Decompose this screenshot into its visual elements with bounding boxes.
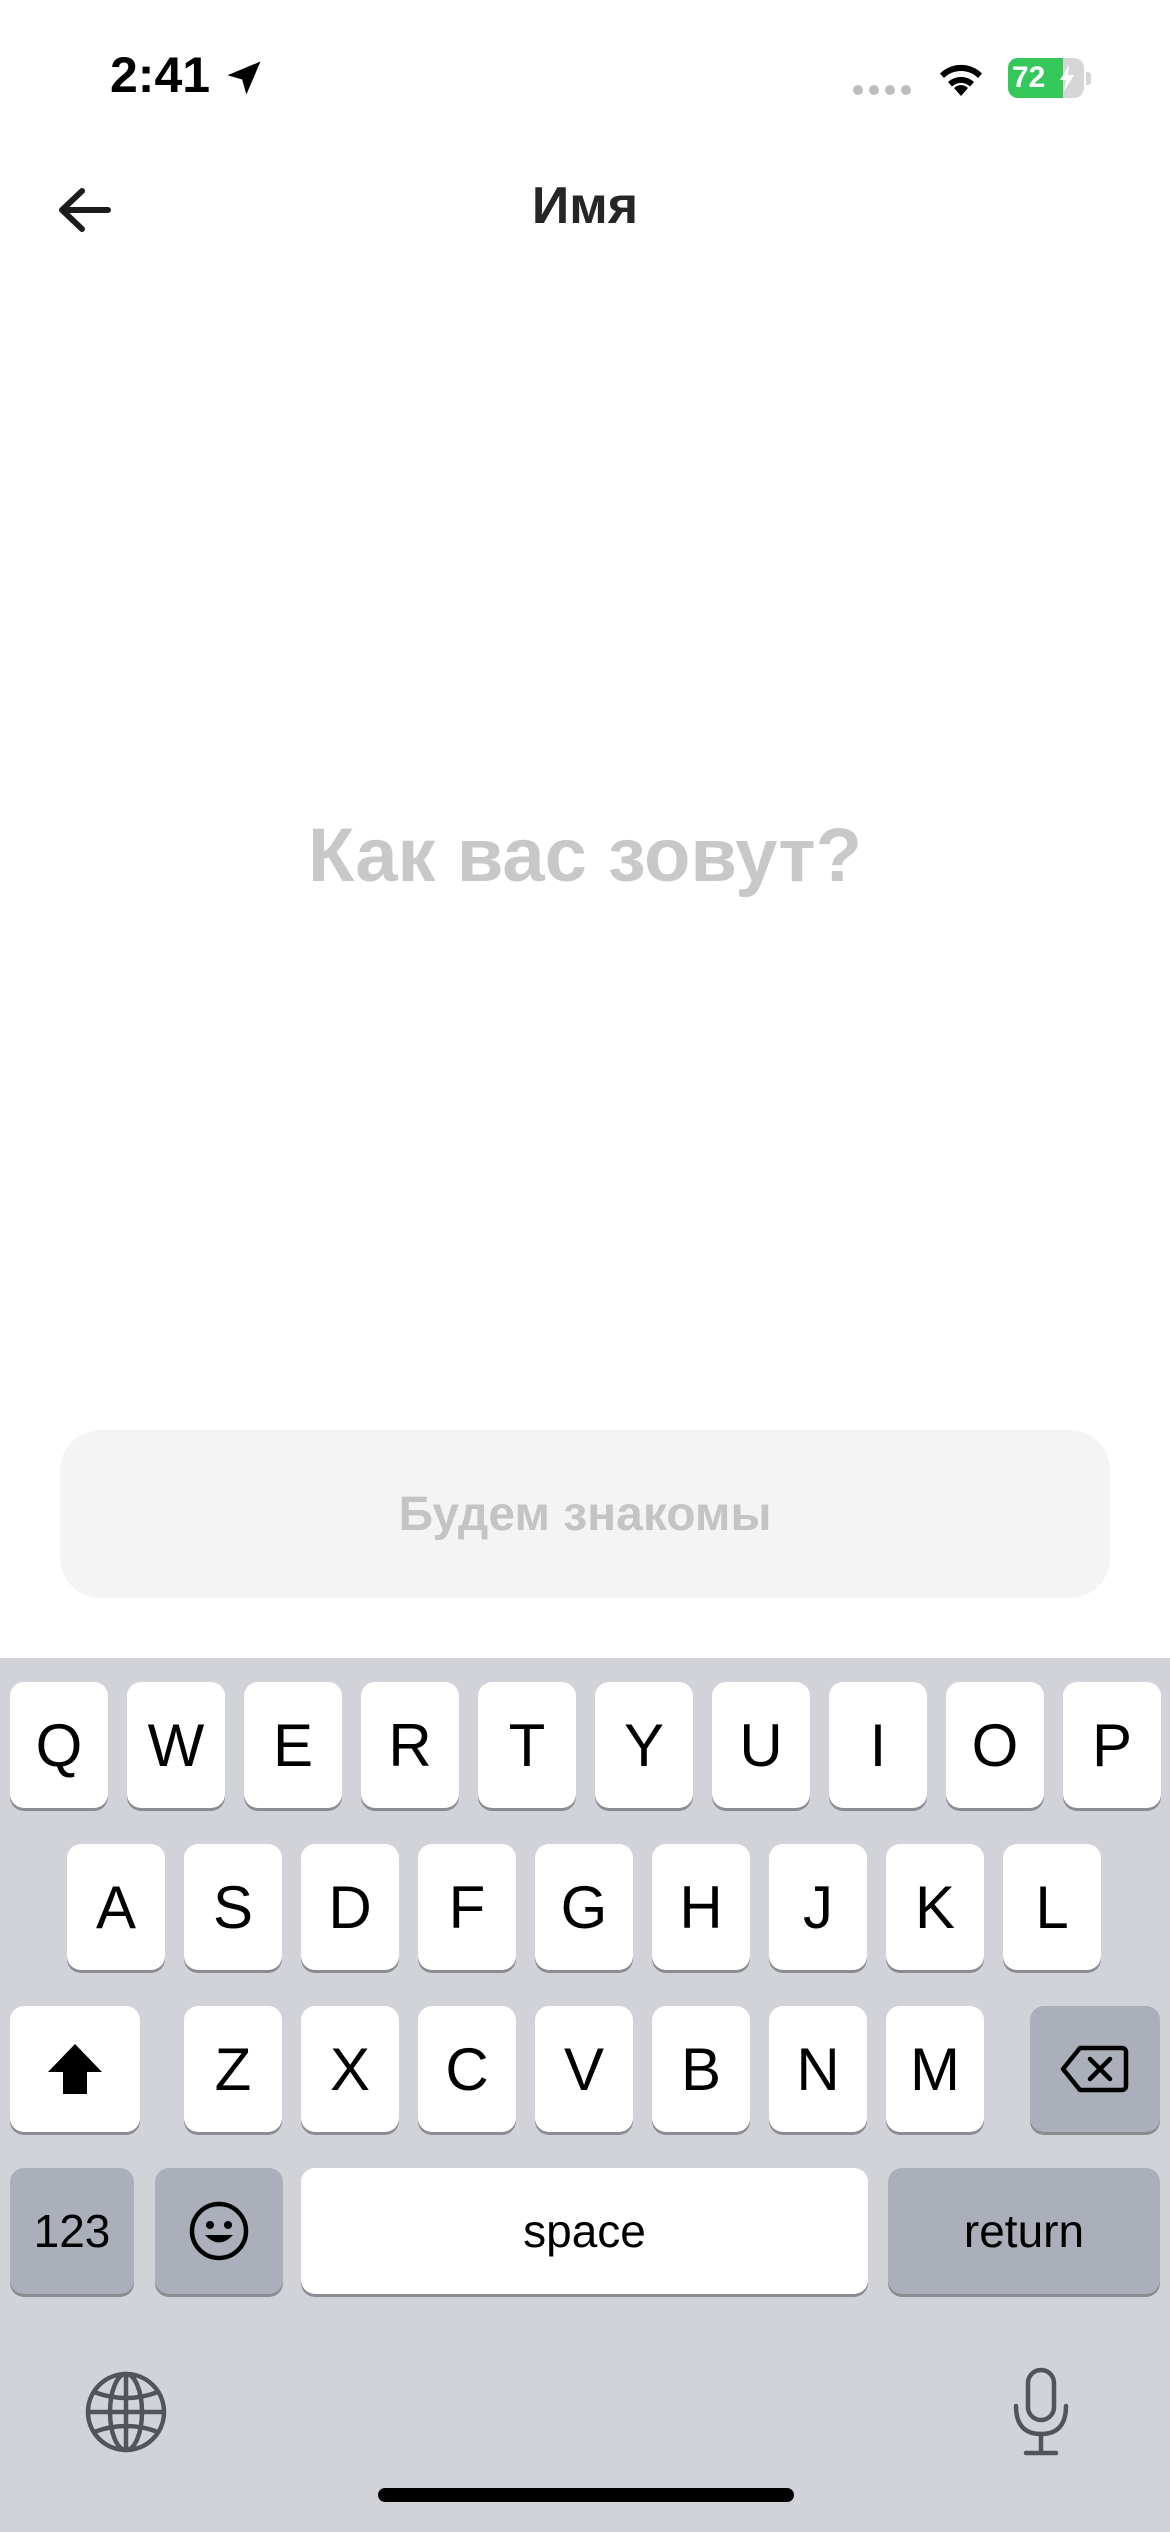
backspace-icon [1060, 2045, 1129, 2093]
page-title: Имя [531, 177, 639, 235]
key-x[interactable]: X [301, 2006, 399, 2132]
status-bar: 2:41 72 [0, 0, 1170, 150]
battery-percent: 72 [1012, 61, 1046, 94]
emoji-key[interactable] [155, 2168, 283, 2294]
microphone-icon[interactable] [1008, 2366, 1074, 2458]
screen: 2:41 72 Имя Как вас зовут? Будем знакомы… [0, 0, 1170, 2532]
globe-icon[interactable] [84, 2370, 168, 2454]
key-b[interactable]: B [652, 2006, 750, 2132]
charging-bolt-icon [1060, 65, 1074, 91]
key-y[interactable]: Y [595, 1682, 693, 1808]
shift-icon [48, 2044, 102, 2094]
name-input[interactable] [60, 800, 1110, 910]
location-arrow-icon [227, 61, 261, 95]
key-i[interactable]: I [829, 1682, 927, 1808]
submit-button[interactable]: Будем знакомы [60, 1430, 1110, 1598]
key-f[interactable]: F [418, 1844, 516, 1970]
cellular-signal-icon [853, 85, 911, 95]
space-key[interactable]: space [301, 2168, 868, 2294]
key-z[interactable]: Z [184, 2006, 282, 2132]
key-l[interactable]: L [1003, 1844, 1101, 1970]
key-o[interactable]: O [946, 1682, 1044, 1808]
key-j[interactable]: J [769, 1844, 867, 1970]
emoji-icon [189, 2201, 249, 2261]
key-a[interactable]: A [67, 1844, 165, 1970]
key-p[interactable]: P [1063, 1682, 1161, 1808]
key-v[interactable]: V [535, 2006, 633, 2132]
key-r[interactable]: R [361, 1682, 459, 1808]
status-time: 2:41 [110, 47, 211, 103]
shift-key[interactable] [10, 2006, 140, 2132]
battery-body: 72 [1008, 58, 1084, 98]
delete-key[interactable] [1030, 2006, 1160, 2132]
key-t[interactable]: T [478, 1682, 576, 1808]
numbers-key[interactable]: 123 [10, 2168, 134, 2294]
home-indicator [378, 2488, 794, 2502]
nav-bar: Имя [0, 150, 1170, 270]
wifi-icon [940, 64, 982, 96]
key-q[interactable]: Q [10, 1682, 108, 1808]
battery-cap [1086, 72, 1091, 85]
key-h[interactable]: H [652, 1844, 750, 1970]
return-key[interactable]: return [888, 2168, 1160, 2294]
key-u[interactable]: U [712, 1682, 810, 1808]
key-n[interactable]: N [769, 2006, 867, 2132]
key-k[interactable]: K [886, 1844, 984, 1970]
battery-indicator: 72 [1008, 58, 1091, 98]
key-s[interactable]: S [184, 1844, 282, 1970]
key-w[interactable]: W [127, 1682, 225, 1808]
key-e[interactable]: E [244, 1682, 342, 1808]
key-g[interactable]: G [535, 1844, 633, 1970]
key-c[interactable]: C [418, 2006, 516, 2132]
key-d[interactable]: D [301, 1844, 399, 1970]
key-m[interactable]: M [886, 2006, 984, 2132]
